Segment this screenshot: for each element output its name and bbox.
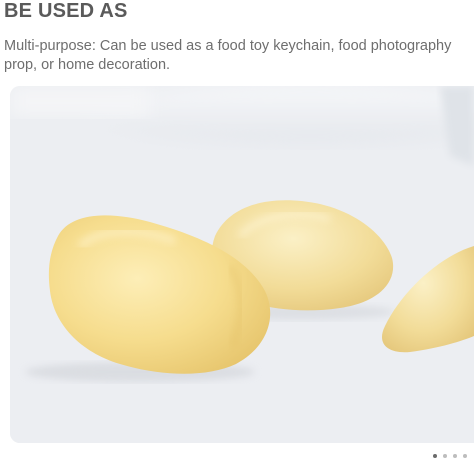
section-description: Multi-purpose: Can be used as a food toy… xyxy=(4,38,452,73)
carousel-dots xyxy=(433,454,467,458)
product-image xyxy=(10,86,474,443)
carousel-dot-3[interactable] xyxy=(453,454,457,458)
carousel-dot-4[interactable] xyxy=(463,454,467,458)
carousel-dot-1[interactable] xyxy=(433,454,437,458)
section-heading: BE USED AS xyxy=(4,0,128,22)
carousel-dot-2[interactable] xyxy=(443,454,447,458)
